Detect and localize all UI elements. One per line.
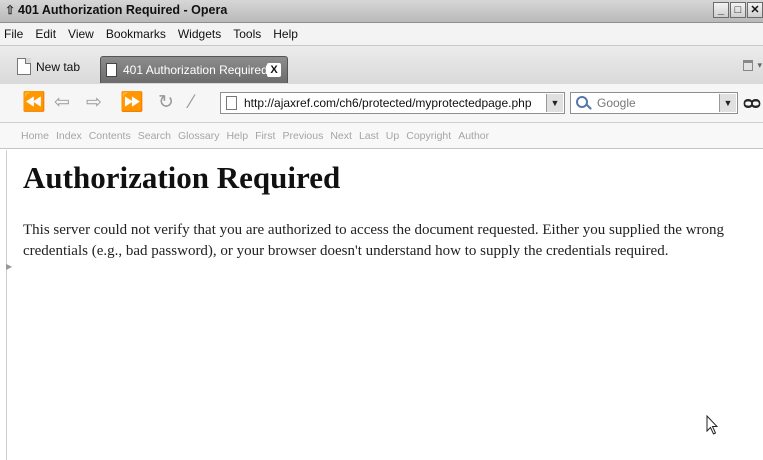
nav-link-up[interactable]: Up (386, 130, 399, 142)
nav-link-contents[interactable]: Contents (89, 130, 131, 142)
menu-file[interactable]: File (4, 27, 23, 41)
panel-edge (6, 150, 7, 460)
menu-help[interactable]: Help (273, 27, 298, 41)
page-icon (226, 96, 237, 110)
edit-pen-icon[interactable]: ⁄ (190, 93, 193, 113)
address-bar[interactable]: http://ajaxref.com/ch6/protected/myprote… (220, 92, 565, 114)
rewind-icon[interactable]: ⏪ (22, 93, 46, 113)
error-message: This server could not verify that you ar… (23, 222, 725, 259)
back-icon[interactable]: ⇦ (54, 93, 70, 113)
nav-link-first[interactable]: First (255, 130, 275, 142)
opera-icon: ⇧ (5, 3, 16, 17)
close-button[interactable]: ✕ (747, 2, 763, 18)
page-content: ▶ Authorization Required This server cou… (0, 150, 763, 460)
fast-forward-icon[interactable]: ⏩ (120, 93, 144, 113)
menu-widgets[interactable]: Widgets (178, 27, 221, 41)
menu-bookmarks[interactable]: Bookmarks (106, 27, 166, 41)
trash-icon[interactable] (743, 60, 753, 71)
nav-link-home[interactable]: Home (21, 130, 49, 142)
nav-link-last[interactable]: Last (359, 130, 379, 142)
document-icon (106, 63, 117, 77)
menu-bar: File Edit View Bookmarks Widgets Tools H… (0, 23, 763, 45)
nav-link-next[interactable]: Next (330, 130, 352, 142)
tab-bar: New tab 401 Authorization Required X ▾ (0, 45, 763, 85)
nav-link-glossary[interactable]: Glossary (178, 130, 219, 142)
browser-window: ⇧ 401 Authorization Required - Opera _ □… (0, 0, 763, 460)
window-title: 401 Authorization Required - Opera (18, 3, 228, 17)
new-page-icon (17, 58, 31, 75)
address-url[interactable]: http://ajaxref.com/ch6/protected/myprote… (244, 96, 532, 110)
tab-close-icon[interactable]: X (267, 63, 281, 77)
menu-edit[interactable]: Edit (35, 27, 56, 41)
new-tab-label: New tab (36, 59, 81, 74)
maximize-button[interactable]: □ (730, 2, 746, 18)
nav-link-index[interactable]: Index (56, 130, 82, 142)
window-controls: _ □ ✕ (713, 2, 763, 20)
glasses-icon[interactable]: ᴑᴑ (743, 93, 761, 113)
minimize-button[interactable]: _ (713, 2, 729, 18)
search-icon (576, 96, 588, 108)
panel-toggle-arrow-icon[interactable]: ▶ (6, 262, 12, 271)
search-dropdown-icon[interactable]: ▼ (719, 94, 736, 112)
title-bar: ⇧ 401 Authorization Required - Opera _ □… (0, 0, 763, 23)
trash-menu-arrow-icon[interactable]: ▾ (757, 60, 762, 71)
tab-label: 401 Authorization Required (123, 63, 268, 77)
tab-authorization-required[interactable]: 401 Authorization Required X (100, 56, 288, 83)
nav-link-copyright[interactable]: Copyright (406, 130, 451, 142)
navigation-toolbar: ⏪ ⇦ ⇨ ⏩ ↻ ⁄ http://ajaxref.com/ch6/prote… (0, 84, 763, 123)
mouse-cursor-icon (706, 415, 718, 435)
page-heading: Authorization Required (23, 160, 341, 195)
address-dropdown-icon[interactable]: ▼ (546, 94, 563, 112)
menu-tools[interactable]: Tools (233, 27, 261, 41)
search-box[interactable]: Google ▼ (570, 92, 738, 114)
reload-icon[interactable]: ↻ (158, 93, 174, 113)
forward-icon[interactable]: ⇨ (86, 93, 102, 113)
menu-view[interactable]: View (68, 27, 94, 41)
nav-link-previous[interactable]: Previous (282, 130, 323, 142)
nav-link-search[interactable]: Search (138, 130, 171, 142)
nav-link-author[interactable]: Author (458, 130, 489, 142)
nav-link-help[interactable]: Help (226, 130, 248, 142)
new-tab-button[interactable]: New tab (17, 58, 80, 75)
search-engine-label[interactable]: Google (597, 96, 636, 110)
navigation-links-bar: Home Index Contents Search Glossary Help… (0, 123, 763, 149)
